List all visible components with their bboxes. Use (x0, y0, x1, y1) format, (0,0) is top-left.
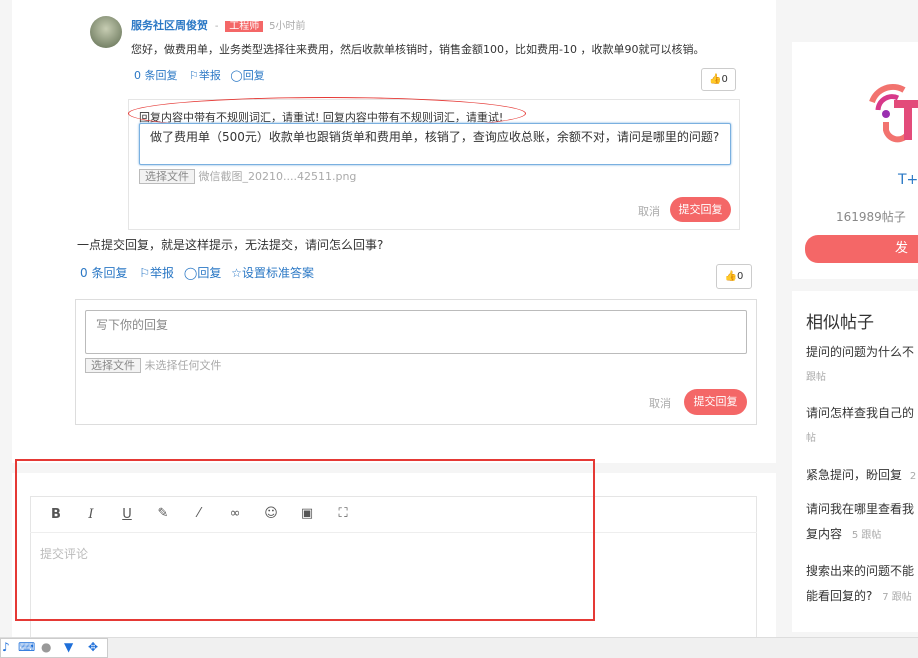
thumbs-up-icon: 👍 (724, 271, 738, 282)
reply-file-status: 未选择任何文件 (144, 359, 222, 372)
comment-reply-link[interactable]: 回复 (243, 69, 265, 82)
brand-name[interactable]: T+ (898, 172, 918, 188)
similar-post-meta: 跟帖 (806, 372, 826, 383)
thumbs-up-icon: 👍 (709, 74, 722, 85)
similar-post-meta: 帖 (806, 433, 816, 444)
answer-replies-link[interactable]: 0 条回复 (80, 266, 127, 280)
similar-post-item[interactable]: 提问的问题为什么不 跟帖 (806, 343, 918, 383)
comment-report-link[interactable]: 举报 (199, 69, 221, 82)
similar-post-meta: 7 跟帖 (882, 592, 912, 603)
similar-post-title[interactable]: 请问怎样查我自己的 (806, 404, 918, 421)
nested-file-row: 选择文件 微信截图_20210....42511.png (139, 168, 356, 184)
similar-post-title-cont[interactable]: 能看回复的? (806, 589, 872, 603)
post-count: 161989帖子 (836, 210, 906, 224)
report-icon: ⚐ (189, 69, 199, 82)
similar-post-item[interactable]: 搜索出来的问题不能 能看回复的? 7 跟帖 (806, 562, 918, 604)
avatar[interactable] (90, 16, 122, 48)
answer-report-link[interactable]: 举报 (150, 266, 174, 280)
post-button[interactable]: 发 (805, 235, 918, 263)
similar-post-meta: 5 跟帖 (851, 530, 882, 541)
similar-post-meta: 2 (909, 471, 917, 482)
comment-text: 您好，做费用单，业务类型选择往来费用，然后收款单核销时，销售金额100，比如费用… (131, 43, 705, 56)
reply-textarea[interactable]: 写下你的回复 (85, 310, 747, 354)
answer-reply-link[interactable]: 回复 (197, 266, 221, 280)
similar-post-title[interactable]: 请问我在哪里查看我 (806, 500, 918, 517)
user-icon[interactable]: ● (41, 640, 51, 654)
reply-cancel-link[interactable]: 取消 (649, 395, 671, 411)
comment-author[interactable]: 服务社区周俊贺 (131, 19, 208, 32)
answer-actions: 0 条回复 ⚐举报 ◯回复 ☆设置标准答案 (80, 264, 314, 281)
comment-header: 服务社区周俊贺 - 工程师 5小时前 (131, 17, 305, 33)
comment-actions: 0 条回复 ⚐举报 ◯回复 (134, 67, 265, 83)
similar-post-title-cont[interactable]: 复内容 (806, 527, 842, 541)
nested-reply-textarea[interactable]: 做了费用单（500元）收款单也跟销货单和费用单，核销了，查询应收总账，余额不对，… (139, 123, 731, 165)
comment-like-button[interactable]: 👍0 (701, 68, 736, 91)
reply-file-button[interactable]: 选择文件 (85, 358, 141, 373)
brand-logo (869, 83, 918, 143)
nested-submit-button[interactable]: 提交回复 (670, 197, 731, 222)
comment-replies-link[interactable]: 0 条回复 (134, 69, 178, 82)
nested-cancel-link[interactable]: 取消 (638, 203, 660, 219)
nested-reply-text: 做了费用单（500元）收款单也跟销货单和费用单，核销了，查询应收总账，余额不对，… (150, 130, 720, 144)
apps-icon[interactable]: ✥ (88, 640, 98, 654)
nested-file-name: 微信截图_20210....42511.png (198, 170, 357, 183)
comment-like-count: 0 (721, 74, 728, 85)
similar-post-line2-row: 复内容 5 跟帖 (806, 525, 918, 542)
reply-placeholder: 写下你的回复 (96, 318, 169, 332)
annotation-rectangle (15, 459, 595, 621)
answer-text: 一点提交回复，就是这样提示，无法提交，请问怎么回事? (77, 238, 384, 252)
reply-icon: ◯ (230, 69, 243, 82)
similar-post-item[interactable]: 紧急提问，盼回复 2 (806, 466, 918, 483)
comment-time: 5小时前 (269, 21, 306, 32)
answer-like-button[interactable]: 👍0 (716, 264, 752, 289)
star-icon: ☆ (231, 266, 242, 280)
report-icon: ⚐ (139, 266, 151, 280)
similar-post-title[interactable]: 紧急提问，盼回复 (806, 468, 902, 482)
microphone-icon[interactable]: ♪ (2, 640, 10, 654)
similar-post-line2-row: 能看回复的? 7 跟帖 (806, 587, 918, 604)
nested-file-button[interactable]: 选择文件 (139, 169, 195, 184)
similar-post-title[interactable]: 提问的问题为什么不 (806, 343, 918, 360)
role-badge: 工程师 (225, 21, 264, 32)
separator: - (214, 21, 219, 32)
similar-post-title[interactable]: 搜索出来的问题不能 (806, 562, 918, 579)
reply-submit-button[interactable]: 提交回复 (684, 389, 747, 415)
reply-file-row: 选择文件 未选择任何文件 (85, 357, 222, 373)
similar-posts-title: 相似帖子 (806, 313, 874, 333)
post-button-label: 发 (895, 241, 909, 256)
bottom-toolbar (0, 637, 918, 658)
answer-like-count: 0 (737, 271, 744, 282)
reply-icon: ◯ (183, 266, 198, 280)
skin-icon[interactable]: ▼ (64, 640, 73, 654)
keyboard-icon[interactable]: ⌨ (18, 640, 35, 654)
set-standard-answer-link[interactable]: 设置标准答案 (242, 266, 314, 280)
similar-post-item[interactable]: 请问我在哪里查看我 复内容 5 跟帖 (806, 500, 918, 542)
similar-post-item[interactable]: 请问怎样查我自己的 帖 (806, 404, 918, 444)
